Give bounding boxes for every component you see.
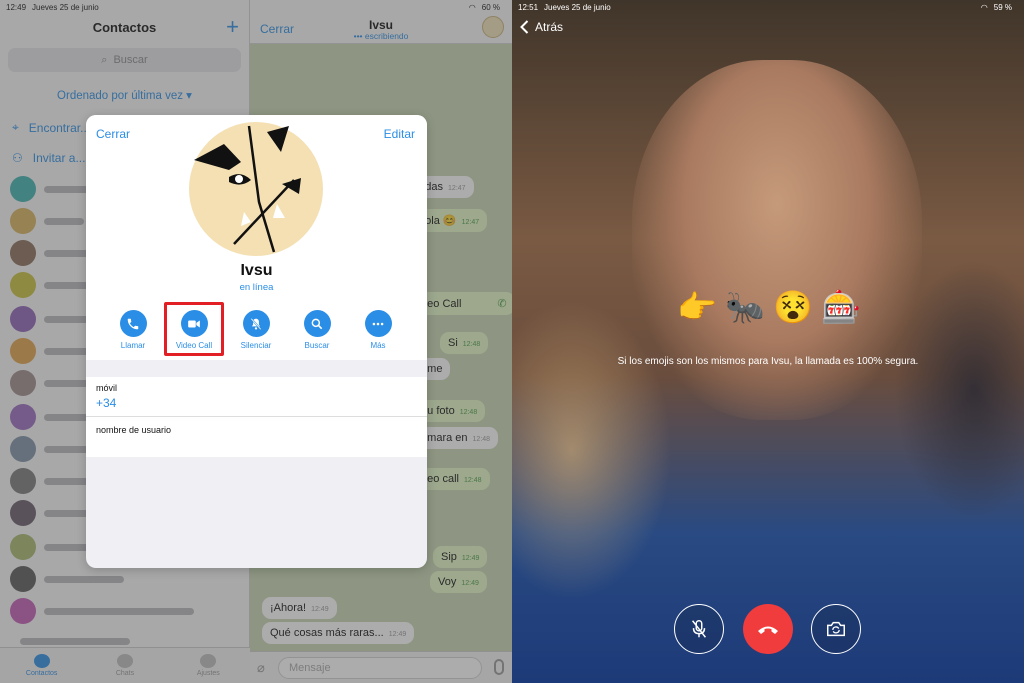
blurred-background: [512, 300, 672, 600]
battery-label: 59 %: [993, 2, 1012, 12]
status-bar: 12:51 Jueves 25 de junio ◠ 59 %: [512, 0, 1024, 14]
video-call-highlight-box: [164, 302, 224, 356]
emoji-pointing-hand: 👉: [677, 289, 717, 325]
mute-mic-button[interactable]: [674, 604, 724, 654]
username-row[interactable]: nombre de usuario: [86, 417, 427, 457]
hangup-icon: [758, 626, 778, 634]
phone-type-label: móvil: [96, 383, 118, 393]
wifi-icon: ◠: [980, 2, 988, 12]
modal-edit-button[interactable]: Editar: [384, 127, 415, 141]
profile-avatar[interactable]: [189, 122, 323, 256]
status-date: Jueves 25 de junio: [544, 2, 611, 12]
profile-status: en línea: [239, 282, 274, 293]
mic-slash-icon: [692, 620, 706, 638]
more-button[interactable]: Más: [348, 310, 408, 350]
profile-actions: Llamar Video Call Silenciar Buscar Más: [86, 310, 427, 356]
back-label: Atrás: [535, 20, 564, 34]
username-label: nombre de usuario: [96, 425, 172, 435]
back-button[interactable]: Atrás: [520, 20, 563, 34]
more-label: Más: [370, 341, 386, 350]
call-button[interactable]: Llamar: [103, 310, 163, 350]
profile-name: Ivsu: [240, 262, 273, 279]
mute-label: Silenciar: [240, 341, 272, 350]
phone-number[interactable]: +34: [96, 396, 116, 410]
profile-header: Cerrar Editar Ivsu en línea Llamar Video…: [86, 115, 427, 360]
phone-icon: [119, 310, 147, 337]
security-note: Si los emojis son los mismos para Ivsu, …: [617, 356, 919, 367]
camera-rotate-icon: [827, 621, 845, 637]
emoji-dizzy-face: 😵: [773, 289, 813, 325]
call-label: Llamar: [120, 341, 146, 350]
end-call-button[interactable]: [743, 604, 793, 654]
phone-row[interactable]: móvil +34: [86, 377, 427, 417]
mute-button[interactable]: Silenciar: [226, 310, 286, 350]
right-ipad-screen: 12:51 Jueves 25 de junio ◠ 59 % Atrás 👉 …: [512, 0, 1024, 683]
ellipsis-icon: [364, 310, 392, 337]
profile-modal: Cerrar Editar Ivsu en línea Llamar Video…: [86, 115, 427, 568]
chevron-left-icon: [520, 20, 529, 34]
status-time: 12:51: [518, 2, 539, 12]
encryption-emojis: 👉 🐜 😵 🎰: [512, 288, 1024, 326]
switch-camera-button[interactable]: [811, 604, 861, 654]
bell-slash-icon: [242, 310, 270, 337]
search-label: Buscar: [304, 341, 330, 350]
magnifier-icon: [303, 310, 331, 337]
emoji-slot-machine: 🎰: [821, 289, 861, 325]
search-button[interactable]: Buscar: [287, 310, 347, 350]
left-ipad-screen: 12:49 Jueves 25 de junio ◠ 60 % Contacto…: [0, 0, 512, 683]
emoji-ant: 🐜: [725, 289, 765, 325]
modal-close-button[interactable]: Cerrar: [96, 127, 130, 141]
